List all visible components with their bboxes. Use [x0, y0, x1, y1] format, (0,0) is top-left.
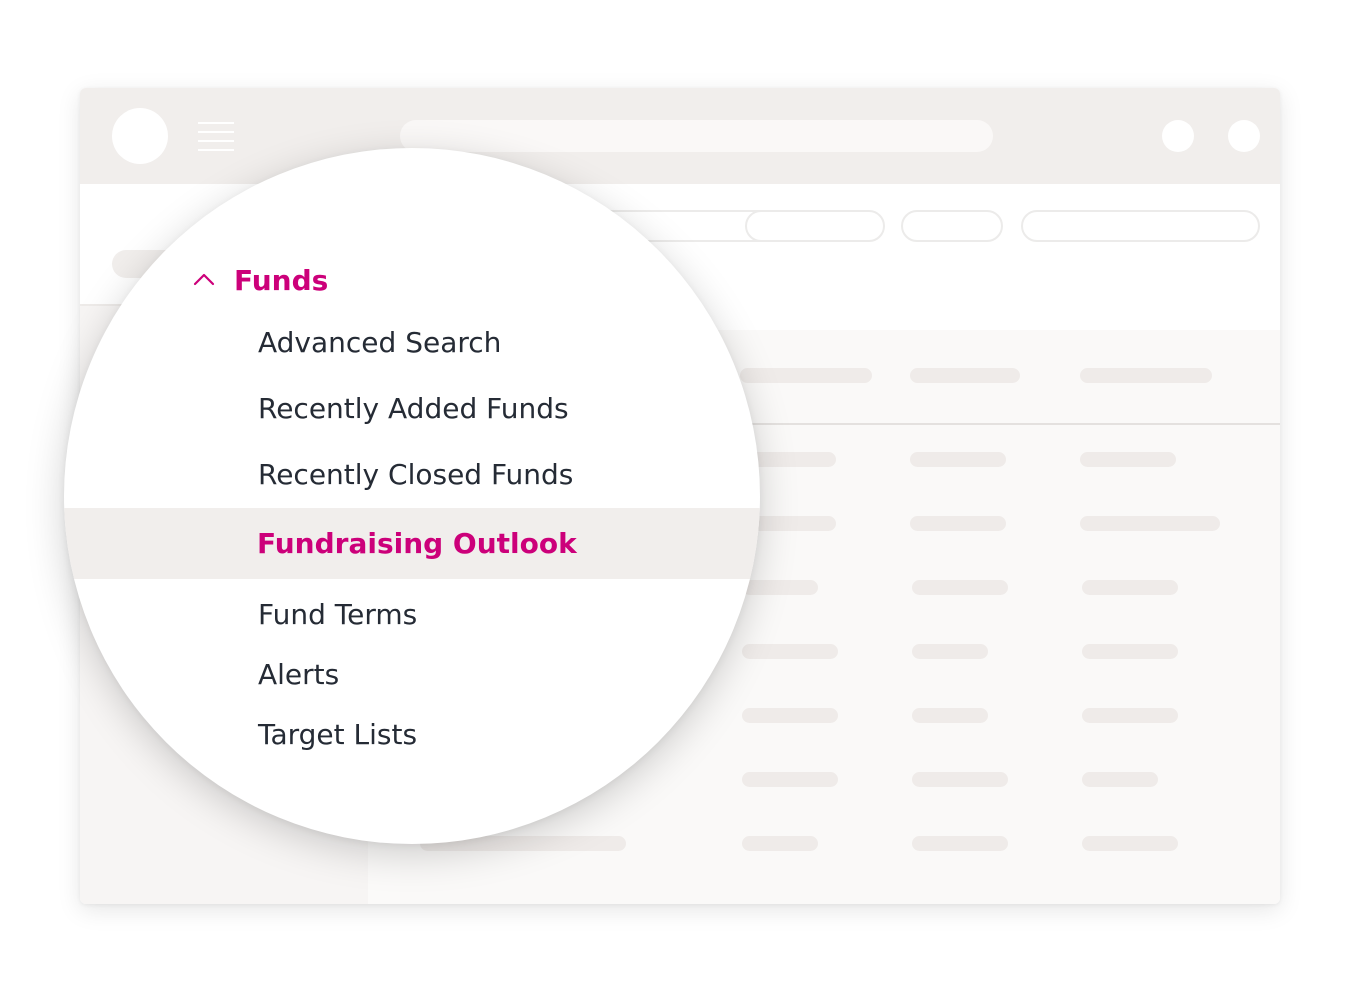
- menu-item-target-lists[interactable]: Target Lists: [258, 715, 417, 755]
- funds-section-header[interactable]: Funds: [192, 258, 328, 302]
- cell-placeholder: [1082, 708, 1178, 723]
- magnified-funds-menu: Funds Advanced Search Recently Added Fun…: [64, 148, 760, 844]
- cell-placeholder: [1080, 452, 1176, 467]
- cell-placeholder: [910, 452, 1006, 467]
- header-placeholder: [740, 368, 872, 383]
- cell-placeholder: [912, 772, 1008, 787]
- menu-item-recently-added-funds[interactable]: Recently Added Funds: [258, 389, 569, 429]
- search-input[interactable]: [400, 120, 993, 152]
- cell-placeholder: [742, 836, 818, 851]
- menu-item-recently-closed-funds[interactable]: Recently Closed Funds: [258, 455, 573, 495]
- cell-placeholder: [912, 708, 988, 723]
- menu-item-label: Fundraising Outlook: [257, 527, 577, 560]
- funds-section-title: Funds: [234, 263, 329, 297]
- hamburger-menu-icon[interactable]: [198, 122, 234, 152]
- header-placeholder: [910, 368, 1020, 383]
- cell-placeholder: [742, 772, 838, 787]
- cell-placeholder: [1082, 580, 1178, 595]
- cell-placeholder: [912, 836, 1008, 851]
- cell-placeholder: [1080, 516, 1220, 531]
- notifications-button[interactable]: [1162, 120, 1194, 152]
- cell-placeholder: [1082, 644, 1178, 659]
- avatar[interactable]: [112, 108, 168, 164]
- cell-placeholder: [910, 516, 1006, 531]
- chevron-up-icon: [193, 273, 215, 286]
- cell-placeholder: [1082, 836, 1178, 851]
- filter-pill[interactable]: [745, 210, 885, 242]
- cell-placeholder: [742, 580, 818, 595]
- cell-placeholder: [912, 580, 1008, 595]
- cell-placeholder: [912, 644, 988, 659]
- account-button[interactable]: [1228, 120, 1260, 152]
- filter-pill[interactable]: [901, 210, 1003, 242]
- menu-item-alerts[interactable]: Alerts: [258, 655, 339, 695]
- top-bar: [80, 88, 1280, 184]
- menu-item-fundraising-outlook[interactable]: Fundraising Outlook: [64, 508, 760, 579]
- filter-pill[interactable]: [1021, 210, 1260, 242]
- menu-item-advanced-search[interactable]: Advanced Search: [258, 323, 501, 363]
- cell-placeholder: [1082, 772, 1158, 787]
- cell-placeholder: [742, 644, 838, 659]
- header-placeholder: [1080, 368, 1212, 383]
- cell-placeholder: [742, 708, 838, 723]
- menu-item-fund-terms[interactable]: Fund Terms: [258, 595, 417, 635]
